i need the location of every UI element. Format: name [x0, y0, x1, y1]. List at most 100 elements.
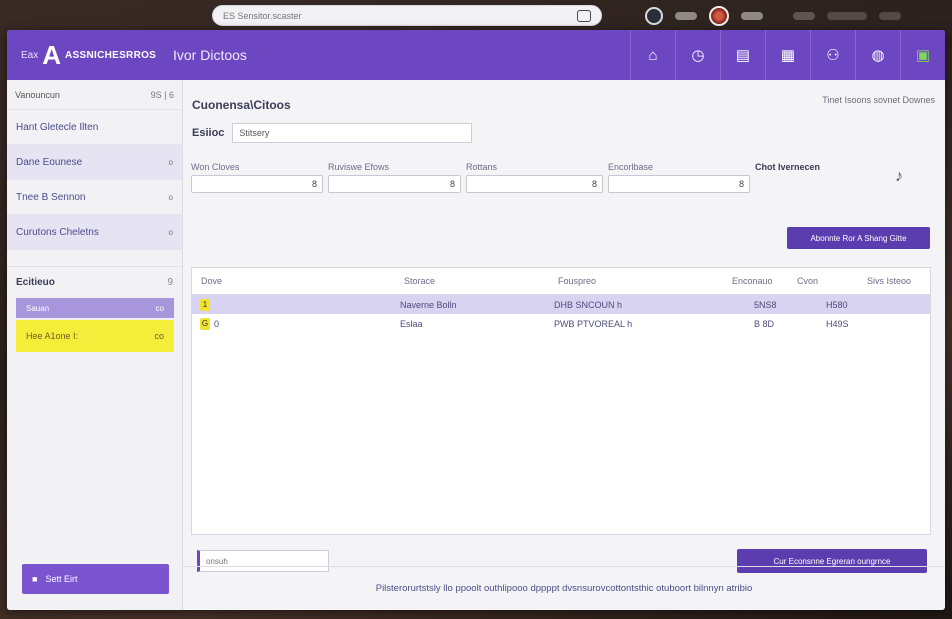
sidebar-section-label: Ecitieuo — [16, 277, 55, 288]
filter-select[interactable]: 8 — [191, 175, 323, 193]
column-header[interactable]: Sivs Isteoo — [867, 276, 911, 286]
table-cell: H49S — [826, 318, 849, 329]
section-title: Ivor Dictoos — [173, 47, 247, 63]
row-icon: 1 — [200, 298, 210, 311]
sidebar: Vanouncun 9S | 6 Hant Gletecle Ilten Dan… — [7, 80, 183, 610]
table-header: Dove Storace Fouspreo Enconauo Cvon Sivs… — [192, 268, 930, 295]
sidebar-item-1[interactable]: Dane Eounese o — [7, 145, 182, 180]
footer: Pilsterorurtstsly llo ppoolt outhlipooo … — [183, 566, 945, 610]
sidebar-header-label: Vanouncun — [15, 89, 60, 100]
app-header: Eax A ASSNICHESRROS Ivor Dictoos ⌂ ◷ ▤ ▦… — [7, 30, 945, 80]
search-row: Esiioc — [192, 123, 473, 143]
sidebar-item-badge: o — [168, 157, 173, 167]
sidebar-header: Vanouncun 9S | 6 — [7, 80, 182, 110]
tray-label — [879, 12, 901, 20]
sidebar-item-badge: o — [168, 227, 173, 237]
sidebar-action-label: Sett Eirt — [45, 574, 78, 584]
tab-icon[interactable] — [577, 9, 591, 22]
data-table: Dove Storace Fouspreo Enconauo Cvon Sivs… — [191, 267, 931, 535]
tray-label — [675, 12, 697, 20]
app-name: ASSNICHESRROS — [65, 49, 157, 61]
sidebar-item-label: Curutons Cheletns — [16, 226, 99, 238]
tray-label — [827, 12, 867, 20]
sidebar-header-count: 9S | 6 — [150, 89, 174, 100]
primary-action-button[interactable]: Abonnte Ror A Shang Gitte — [787, 227, 930, 249]
chat-icon[interactable]: ◍ — [855, 30, 900, 80]
filter-value: 8 — [591, 179, 597, 189]
logo[interactable]: Eax A ASSNICHESRROS — [7, 42, 167, 68]
sidebar-subitem-1[interactable]: Hee A1one I: co — [16, 320, 174, 352]
sidebar-item-label: Dane Eounese — [16, 156, 83, 168]
filter-value: 8 — [449, 179, 455, 189]
sidebar-item-0[interactable]: Hant Gletecle Ilten — [7, 110, 182, 145]
filter-0: Won Cloves 8 — [191, 162, 323, 193]
tray-label — [741, 12, 763, 20]
filter-label: Ruviswe Efows — [328, 162, 390, 172]
sidebar-item-3[interactable]: Curutons Cheletns o — [7, 215, 182, 250]
search-label: Esiioc — [192, 127, 225, 139]
table-row[interactable]: G 0 Eslaa PWB PTVOREAL h B 8D H49S — [192, 314, 930, 333]
sidebar-item-label: Hant Gletecle Ilten — [16, 121, 99, 133]
filter-select[interactable]: 8 — [328, 175, 461, 193]
table-cell: B 8D — [754, 318, 775, 329]
users-icon[interactable]: ⚇ — [810, 30, 855, 80]
sidebar-item-2[interactable]: Tnee B Sennon o — [7, 180, 182, 215]
filter-label: Won Cloves — [191, 162, 240, 172]
header-toolbar: ⌂ ◷ ▤ ▦ ⚇ ◍ ▣ — [630, 30, 945, 80]
music-note-icon[interactable]: ♪ — [895, 168, 903, 186]
avatar[interactable] — [709, 6, 729, 26]
filter-2: Rottans 8 — [466, 162, 603, 193]
column-header[interactable]: Enconauo — [732, 276, 773, 286]
subitem-badge: co — [154, 331, 164, 341]
filter-3: Encorlbase 8 — [608, 162, 750, 193]
apps-icon[interactable]: ▣ — [900, 30, 945, 80]
search-input[interactable] — [232, 123, 473, 143]
table-cell: 0 — [214, 318, 220, 329]
filter-1: Ruviswe Efows 8 — [328, 162, 461, 193]
filter-value: 8 — [311, 179, 317, 189]
table-cell: Eslaa — [400, 318, 423, 329]
table-row[interactable]: 1 Naverne Bolln DHB SNCOUN h 5NS8 H580 — [192, 295, 930, 314]
status-icon[interactable] — [645, 7, 663, 25]
grid-icon[interactable]: ▦ — [765, 30, 810, 80]
filter-label: Rottans — [466, 162, 498, 172]
subitem-label: Sauan — [26, 303, 50, 313]
page-title: Cuonensa\Citoos — [192, 98, 291, 112]
tray-label — [793, 12, 815, 20]
list-icon[interactable]: ▤ — [720, 30, 765, 80]
logo-glyph: A — [42, 40, 62, 70]
filter-value: 8 — [738, 179, 744, 189]
sidebar-item-badge: o — [168, 192, 173, 202]
app-window: Eax A ASSNICHESRROS Ivor Dictoos ⌂ ◷ ▤ ▦… — [7, 30, 945, 610]
column-header[interactable]: Dove — [201, 276, 222, 286]
column-header[interactable]: Cvon — [797, 276, 818, 286]
table-cell: DHB SNCOUN h — [554, 299, 623, 310]
footer-text: Pilsterorurtstsly llo ppoolt outhlipooo … — [375, 583, 753, 594]
main-content: Cuonensa\Citoos Tinet Isoons sovnet Down… — [183, 80, 945, 610]
top-link[interactable]: Tinet Isoons sovnet Downes — [822, 95, 935, 105]
sidebar-section-badge: 9 — [167, 277, 173, 288]
clear-filters-link[interactable]: Chot Ivernecen — [755, 162, 820, 172]
url-text: ES Sensitor.scaster — [223, 10, 302, 21]
column-header[interactable]: Storace — [404, 276, 435, 286]
filter-select[interactable]: 8 — [466, 175, 603, 193]
filter-label: Encorlbase — [608, 162, 654, 172]
sidebar-section[interactable]: Ecitieuo 9 — [7, 266, 182, 298]
os-top-bar: ES Sensitor.scaster — [0, 0, 952, 30]
row-icon: G — [200, 317, 210, 330]
sidebar-action-button[interactable]: ■ Sett Eirt — [22, 564, 169, 594]
subitem-label: Hee A1one I: — [26, 331, 79, 341]
filter-select[interactable]: 8 — [608, 175, 750, 193]
table-cell: 5NS8 — [754, 299, 777, 310]
table-cell: H580 — [826, 299, 848, 310]
home-icon[interactable]: ⌂ — [630, 30, 675, 80]
column-header[interactable]: Fouspreo — [558, 276, 596, 286]
table-cell: PWB PTVOREAL h — [554, 318, 633, 329]
clock-icon[interactable]: ◷ — [675, 30, 720, 80]
system-tray — [645, 6, 901, 26]
sidebar-subitem-0[interactable]: Sauan co — [16, 298, 174, 318]
url-bar[interactable]: ES Sensitor.scaster — [212, 5, 602, 26]
square-icon: ■ — [32, 574, 38, 584]
table-cell: Naverne Bolln — [400, 299, 457, 310]
sidebar-item-label: Tnee B Sennon — [16, 191, 86, 203]
